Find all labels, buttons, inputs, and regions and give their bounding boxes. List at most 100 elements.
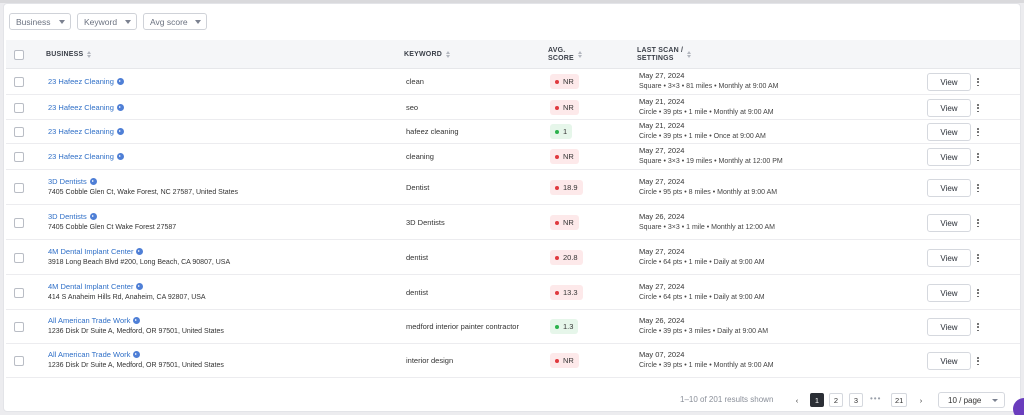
status-dot-icon [555,358,559,363]
more-options-icon[interactable] [976,323,980,332]
keyword-cell: hafeez cleaning [406,127,459,136]
business-link[interactable]: 4M Dental Implant Center [48,282,206,291]
row-checkbox[interactable] [14,152,24,162]
more-options-icon[interactable] [976,78,980,87]
open-location-icon[interactable] [136,283,144,290]
view-button[interactable]: View [927,284,971,302]
column-business[interactable]: BUSINESS [46,40,92,69]
page-button-1[interactable]: 1 [810,393,824,407]
business-name: 3D Dentists [48,212,87,221]
open-location-icon[interactable] [116,128,124,135]
page-button-3[interactable]: 3 [849,393,863,407]
business-name: 23 Hafeez Cleaning [48,77,114,86]
view-button[interactable]: View [927,249,971,267]
business-link[interactable]: 3D Dentists [48,212,176,221]
column-last-scan-line1: LAST SCAN / [637,46,684,54]
more-options-icon[interactable] [976,184,980,193]
business-name: 4M Dental Implant Center [48,247,134,256]
open-location-icon[interactable] [133,351,141,358]
open-location-icon[interactable] [116,104,124,111]
last-scan-cell: May 27, 2024 Square • 3×3 • 19 miles • M… [639,146,783,165]
column-keyword[interactable]: KEYWORD [404,40,450,69]
page-size-select[interactable]: 10 / page [938,392,1005,408]
table-row[interactable]: 3D Dentists 7405 Cobble Glen Ct, Wake Fo… [6,170,1020,205]
status-dot-icon [555,185,559,190]
view-button[interactable]: View [927,179,971,197]
table-header: BUSINESS KEYWORD AVG. SCORE LAST SCAN / … [6,40,1020,69]
more-options-icon[interactable] [976,128,980,137]
business-link[interactable]: 4M Dental Implant Center [48,247,230,256]
open-location-icon[interactable] [89,178,97,185]
column-avg-score[interactable]: AVG. SCORE [548,40,582,69]
more-options-icon[interactable] [976,289,980,298]
table-row[interactable]: All American Trade Work 1236 Disk Dr Sui… [6,344,1020,378]
more-options-icon[interactable] [976,254,980,263]
row-checkbox[interactable] [14,218,24,228]
column-avg-score-line2: SCORE [548,54,574,62]
business-link[interactable]: All American Trade Work [48,316,224,325]
view-button[interactable]: View [927,352,971,370]
business-cell: 23 Hafeez Cleaning [48,127,124,136]
more-options-icon[interactable] [976,219,980,228]
more-options-icon[interactable] [976,104,980,113]
column-avg-score-label: AVG. SCORE [548,47,574,63]
view-button[interactable]: View [927,318,971,336]
business-link[interactable]: All American Trade Work [48,350,224,359]
open-location-icon[interactable] [116,153,124,160]
page-button-2[interactable]: 2 [829,393,843,407]
business-cell: All American Trade Work 1236 Disk Dr Sui… [48,316,224,335]
row-checkbox[interactable] [14,103,24,113]
status-dot-icon [555,220,559,225]
view-button[interactable]: View [927,73,971,91]
select-all-checkbox[interactable] [14,50,24,60]
view-button[interactable]: View [927,99,971,117]
row-checkbox[interactable] [14,356,24,366]
status-dot-icon [555,79,559,84]
table-row[interactable]: 23 Hafeez Cleaning hafeez cleaning 1 May… [6,120,1020,144]
prev-page-button[interactable]: ‹ [790,393,804,407]
row-checkbox[interactable] [14,127,24,137]
scan-settings: Square • 3×3 • 81 miles • Monthly at 9:0… [639,83,779,90]
business-link[interactable]: 23 Hafeez Cleaning [48,103,124,112]
table-row[interactable]: 3D Dentists 7405 Cobble Glen Ct Wake For… [6,205,1020,240]
more-options-icon[interactable] [976,357,980,366]
table-row[interactable]: 23 Hafeez Cleaning seo NR May 21, 2024 C… [6,95,1020,120]
more-options-icon[interactable] [976,153,980,162]
column-keyword-label: KEYWORD [404,50,442,58]
results-summary: 1–10 of 201 results shown [680,395,774,404]
business-link[interactable]: 23 Hafeez Cleaning [48,77,124,86]
business-cell: 23 Hafeez Cleaning [48,103,124,112]
row-checkbox[interactable] [14,253,24,263]
open-location-icon[interactable] [133,317,141,324]
business-link[interactable]: 3D Dentists [48,177,238,186]
business-link[interactable]: 23 Hafeez Cleaning [48,127,124,136]
open-location-icon[interactable] [136,248,144,255]
table-row[interactable]: 23 Hafeez Cleaning cleaning NR May 27, 2… [6,144,1020,170]
page-button-last[interactable]: 21 [891,393,908,407]
row-checkbox[interactable] [14,288,24,298]
business-link[interactable]: 23 Hafeez Cleaning [48,152,124,161]
table-row[interactable]: All American Trade Work 1236 Disk Dr Sui… [6,310,1020,344]
avg-score-filter[interactable]: Avg score [143,13,207,30]
table-row[interactable]: 4M Dental Implant Center 3918 Long Beach… [6,240,1020,275]
avg-score-value: 13.3 [563,288,578,297]
last-scan-cell: May 21, 2024 Circle • 39 pts • 1 mile • … [639,97,774,116]
row-checkbox[interactable] [14,183,24,193]
business-filter[interactable]: Business [9,13,71,30]
open-location-icon[interactable] [89,213,97,220]
column-last-scan[interactable]: LAST SCAN / SETTINGS [637,40,692,69]
keyword-filter[interactable]: Keyword [77,13,137,30]
open-location-icon[interactable] [116,78,124,85]
row-checkbox[interactable] [14,77,24,87]
status-dot-icon [555,324,559,329]
pagination-ellipsis[interactable]: ••• [870,394,881,403]
column-last-scan-label: LAST SCAN / SETTINGS [637,47,683,63]
view-button[interactable]: View [927,123,971,141]
view-button[interactable]: View [927,148,971,166]
table-row[interactable]: 23 Hafeez Cleaning clean NR May 27, 2024… [6,69,1020,95]
next-page-button[interactable]: › [914,393,928,407]
view-button[interactable]: View [927,214,971,232]
table-row[interactable]: 4M Dental Implant Center 414 S Anaheim H… [6,275,1020,310]
chevron-down-icon [125,19,131,24]
row-checkbox[interactable] [14,322,24,332]
